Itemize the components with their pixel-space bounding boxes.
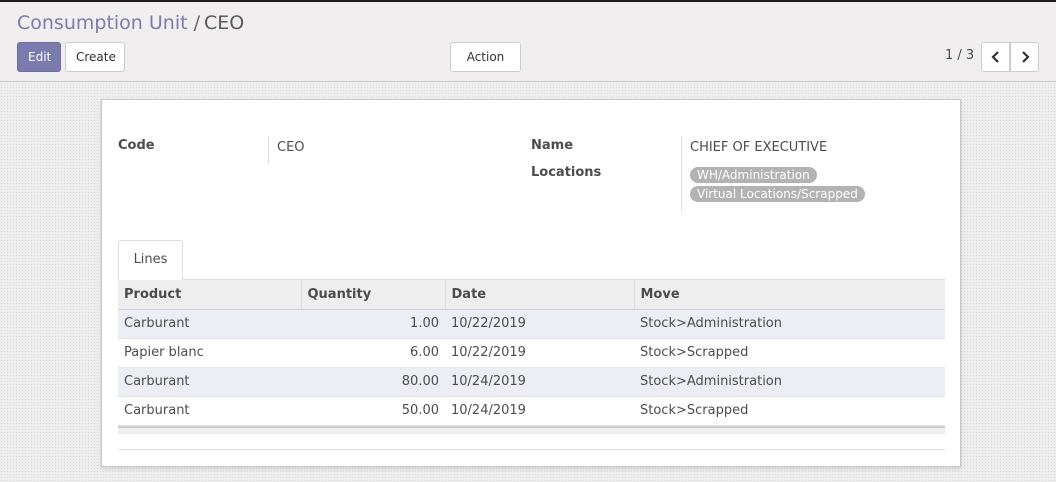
code-field-separator bbox=[268, 136, 269, 164]
product-cell: Papier blanc bbox=[118, 338, 301, 368]
table-row[interactable]: Carburant 80.00 10/24/2019 Stock>Adminis… bbox=[118, 367, 945, 397]
name-label: Name bbox=[531, 138, 574, 153]
move-cell: Stock>Administration bbox=[634, 309, 945, 339]
location-tag[interactable]: Virtual Locations/Scrapped bbox=[690, 186, 865, 202]
action-dropdown-button[interactable]: Action bbox=[450, 42, 521, 88]
table-row[interactable]: Carburant 1.00 10/22/2019 Stock>Administ… bbox=[118, 309, 945, 339]
date-cell: 10/22/2019 bbox=[445, 309, 634, 339]
location-tag[interactable]: WH/Administration bbox=[690, 167, 817, 183]
column-header-date[interactable]: Date bbox=[444, 280, 634, 310]
edit-button[interactable]: Edit bbox=[17, 42, 61, 72]
date-cell: 10/24/2019 bbox=[445, 396, 634, 426]
product-cell: Carburant bbox=[118, 396, 301, 426]
lines-table: Product Quantity Date Move Carburant 1.0… bbox=[118, 280, 945, 426]
quantity-cell: 50.00 bbox=[301, 396, 445, 426]
product-cell: Carburant bbox=[118, 309, 301, 339]
code-label: Code bbox=[118, 138, 155, 153]
date-cell: 10/22/2019 bbox=[445, 338, 634, 368]
column-header-product[interactable]: Product bbox=[118, 280, 301, 310]
code-field[interactable]: CEO bbox=[277, 140, 305, 155]
breadcrumb-current: CEO bbox=[203, 12, 245, 34]
product-cell: Carburant bbox=[118, 367, 301, 397]
table-row[interactable]: Papier blanc 6.00 10/22/2019 Stock>Scrap… bbox=[118, 338, 945, 368]
name-field-separator bbox=[681, 136, 682, 211]
breadcrumb-separator: / bbox=[193, 12, 200, 34]
quantity-cell: 80.00 bbox=[301, 367, 445, 397]
pager-previous-button[interactable] bbox=[981, 42, 1010, 72]
date-cell: 10/24/2019 bbox=[445, 367, 634, 397]
chevron-right-icon bbox=[1021, 51, 1030, 63]
quantity-cell: 6.00 bbox=[301, 338, 445, 368]
form-sheet: Code CEO Name Locations CHIEF OF EXECUTI… bbox=[101, 99, 961, 467]
form-view-background: Code CEO Name Locations CHIEF OF EXECUTI… bbox=[0, 83, 1056, 482]
column-header-move[interactable]: Move bbox=[633, 280, 945, 310]
table-header-row: Product Quantity Date Move bbox=[118, 280, 945, 310]
table-footer bbox=[118, 426, 945, 434]
name-field[interactable]: CHIEF OF EXECUTIVE bbox=[690, 140, 827, 155]
create-button[interactable]: Create bbox=[65, 42, 125, 72]
pager-value[interactable]: 1 / 3 bbox=[945, 48, 974, 63]
sheet-divider bbox=[118, 449, 945, 450]
column-header-quantity[interactable]: Quantity bbox=[300, 280, 445, 310]
table-row[interactable]: Carburant 50.00 10/24/2019 Stock>Scrappe… bbox=[118, 396, 945, 426]
notebook-tabs: Lines bbox=[118, 240, 945, 280]
tab-lines[interactable]: Lines bbox=[118, 240, 183, 280]
breadcrumb-parent-link[interactable]: Consumption Unit bbox=[17, 12, 188, 34]
pager-next-button[interactable] bbox=[1010, 42, 1039, 72]
move-cell: Stock>Administration bbox=[634, 367, 945, 397]
move-cell: Stock>Scrapped bbox=[634, 396, 945, 426]
control-panel: Consumption Unit / CEO Edit Create Action … bbox=[0, 2, 1056, 88]
action-button-label: Action bbox=[466, 50, 505, 64]
locations-label: Locations bbox=[531, 165, 602, 180]
chevron-left-icon bbox=[990, 51, 999, 63]
breadcrumb: Consumption Unit / CEO bbox=[17, 12, 244, 34]
quantity-cell: 1.00 bbox=[301, 309, 445, 339]
move-cell: Stock>Scrapped bbox=[634, 338, 945, 368]
